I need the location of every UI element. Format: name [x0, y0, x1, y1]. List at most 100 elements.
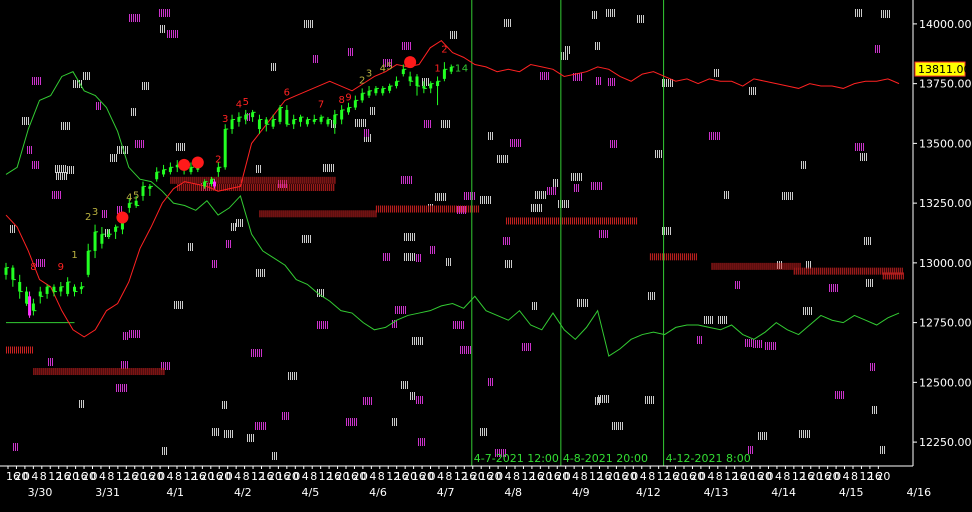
background-marker	[176, 301, 177, 309]
background-marker	[612, 422, 613, 430]
red-zone-tick	[304, 176, 306, 184]
red-zone-tick	[297, 184, 299, 192]
background-marker	[127, 361, 128, 369]
background-marker	[448, 258, 449, 266]
background-marker	[402, 42, 403, 50]
background-marker	[497, 155, 498, 163]
candle-body	[244, 114, 248, 120]
red-zone-tick	[787, 262, 789, 270]
x-hour-label: 0	[226, 470, 233, 483]
background-marker	[422, 337, 423, 345]
background-marker	[408, 233, 409, 241]
magenta-body	[28, 296, 32, 316]
red-zone-tick	[475, 205, 477, 213]
background-marker	[866, 153, 867, 161]
background-marker	[275, 63, 276, 71]
red-zone-tick	[817, 267, 819, 275]
background-marker	[350, 48, 351, 56]
red-zone-tick	[271, 184, 273, 192]
background-marker	[670, 79, 671, 87]
red-zone-tick	[389, 205, 391, 213]
red-zone-tick	[510, 217, 512, 225]
background-marker	[579, 173, 580, 181]
red-zone-tick	[387, 205, 389, 213]
vertical-marker-label: 4-8-2021 20:00	[563, 452, 648, 465]
red-zone-tick	[363, 210, 365, 218]
background-marker	[323, 289, 324, 297]
red-zone-tick	[288, 176, 290, 184]
red-zone-tick	[447, 205, 449, 213]
red-zone-tick	[220, 176, 222, 184]
background-marker	[875, 45, 876, 53]
red-zone-tick	[172, 176, 174, 184]
red-zone-tick	[269, 184, 271, 192]
red-zone-tick	[887, 267, 889, 275]
background-marker	[240, 219, 241, 227]
background-marker	[488, 378, 489, 386]
background-marker	[599, 182, 600, 190]
red-zone-tick	[123, 368, 125, 376]
red-zone-tick	[184, 176, 186, 184]
background-marker	[251, 349, 252, 357]
x-hour-label: 4	[572, 470, 579, 483]
red-zone-tick	[177, 184, 179, 192]
red-zone-tick	[137, 368, 139, 376]
background-marker	[872, 363, 873, 371]
background-marker	[226, 240, 227, 248]
red-zone-tick	[253, 184, 255, 192]
background-marker	[488, 132, 489, 140]
red-zone-tick	[693, 253, 695, 261]
background-marker	[711, 132, 712, 140]
candle-body	[59, 286, 63, 292]
red-zone-tick	[783, 262, 785, 270]
background-marker	[224, 430, 225, 438]
background-marker	[405, 381, 406, 389]
candle-body	[292, 119, 296, 125]
red-zone-tick	[655, 253, 657, 261]
background-marker	[599, 42, 600, 50]
background-marker	[27, 146, 28, 154]
price-chart[interactable]: 4-7-2021 12:00 4-8-2021 20:00 4-12-2021 8:…	[0, 0, 972, 512]
background-marker	[435, 193, 436, 201]
red-zone-tick	[283, 210, 285, 218]
background-marker	[257, 422, 258, 430]
background-marker	[462, 346, 463, 354]
background-marker	[397, 306, 398, 314]
red-zone-tick	[249, 184, 251, 192]
background-marker	[325, 321, 326, 329]
red-zone-tick	[397, 205, 399, 213]
background-marker	[662, 79, 663, 87]
count-label: 3	[222, 114, 228, 125]
background-marker	[143, 140, 144, 148]
background-marker	[514, 139, 515, 147]
background-marker	[313, 55, 314, 63]
red-zone-tick	[894, 272, 896, 280]
background-marker	[167, 9, 168, 17]
background-marker	[480, 196, 481, 204]
background-marker	[235, 223, 236, 231]
background-marker	[697, 336, 698, 344]
background-marker	[760, 432, 761, 440]
background-marker	[654, 292, 655, 300]
red-zone-tick	[743, 262, 745, 270]
background-marker	[464, 346, 465, 354]
background-marker	[839, 391, 840, 399]
background-marker	[323, 164, 324, 172]
candle-body	[299, 117, 303, 122]
background-marker	[535, 191, 536, 199]
background-marker	[456, 31, 457, 39]
background-marker	[757, 340, 758, 348]
red-zone-tick	[16, 346, 17, 354]
background-marker	[331, 164, 332, 172]
red-zone-tick	[6, 346, 7, 354]
background-marker	[28, 117, 29, 125]
red-zone-tick	[409, 205, 411, 213]
red-zone-tick	[187, 184, 189, 192]
red-zone-tick	[839, 267, 841, 275]
red-zone-tick	[264, 176, 266, 184]
x-hour-label: 0	[293, 470, 300, 483]
background-marker	[67, 166, 68, 174]
background-marker	[430, 120, 431, 128]
red-zone-tick	[773, 262, 775, 270]
background-marker	[709, 132, 710, 140]
